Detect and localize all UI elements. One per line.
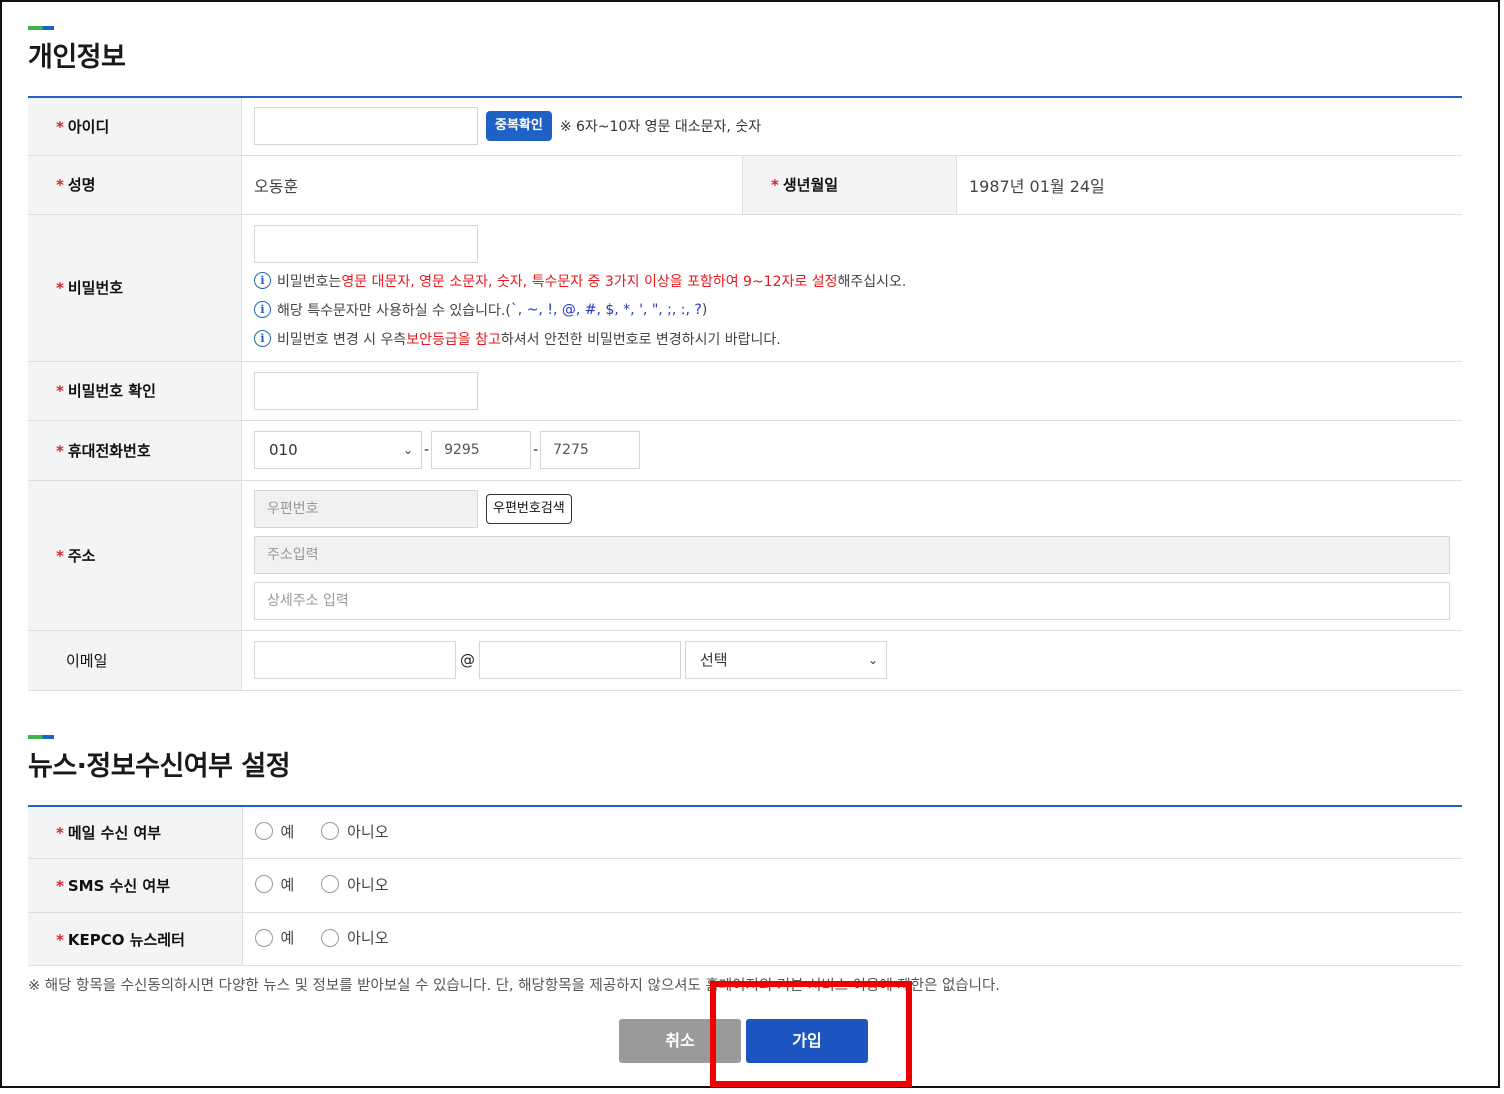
postcode-input[interactable]: 우편번호 <box>254 490 478 528</box>
row-email: 이메일 @ 선택 ⌄ <box>28 630 1462 691</box>
password-confirm-input[interactable] <box>254 371 478 410</box>
sms-consent-label: * SMS 수신 여부 <box>28 858 243 913</box>
row-password-confirm: * 비밀번호 확인 <box>28 361 1462 421</box>
id-rule-note: ※ 6자~10자 영문 대소문자, 숫자 <box>559 119 762 136</box>
password-confirm-label: * 비밀번호 확인 <box>28 361 242 421</box>
row-id: * 아이디 중복확인 ※ 6자~10자 영문 대소문자, 숫자 <box>28 97 1462 156</box>
password-security-note: i 비밀번호 변경 시 우측 보안등급을 참고 하셔서 안전한 비밀번호로 변경하… <box>254 327 1450 350</box>
chevron-down-icon: ⌄ <box>867 653 878 667</box>
phone-prefix-select[interactable]: 010 ⌄ <box>254 431 422 469</box>
birth-value: 1987년 01월 24일 <box>956 155 1462 215</box>
email-domain-input[interactable] <box>479 641 681 679</box>
sms-consent-no[interactable]: 아니오 <box>321 874 389 895</box>
newsletter-consent-yes[interactable]: 예 <box>254 927 294 948</box>
info-icon: i <box>254 272 271 289</box>
info-icon: i <box>254 330 271 347</box>
password-input[interactable] <box>254 225 478 263</box>
news-consent-table: * 메일 수신 여부 예 아니오 * SMS 수신 여부 예 아니오 * KEPCO … <box>28 804 1462 966</box>
password-symbol-note: i 해당 특수문자만 사용하실 수 있습니다.( `, ~, !, @, #, … <box>254 298 1450 321</box>
row-mail-consent: * 메일 수신 여부 예 아니오 <box>28 805 1462 859</box>
personal-info-table: * 아이디 중복확인 ※ 6자~10자 영문 대소문자, 숫자 * 성명 오동훈 * 생… <box>28 96 1462 691</box>
address-input[interactable]: 주소입력 <box>254 536 1450 574</box>
phone-label: * 휴대전화번호 <box>28 420 242 481</box>
row-sms-consent: * SMS 수신 여부 예 아니오 <box>28 858 1462 913</box>
birth-label: * 생년월일 <box>742 155 957 215</box>
email-domain-select[interactable]: 선택 ⌄ <box>685 641 887 679</box>
row-password: * 비밀번호 i 비밀번호는 영문 대문자, 영문 소문자, 숫자, 특수문자 중… <box>28 214 1462 362</box>
row-newsletter-consent: * KEPCO 뉴스레터 예 아니오 <box>28 912 1462 966</box>
id-duplicate-check-button[interactable]: 중복확인 <box>486 111 552 142</box>
newsletter-consent-no[interactable]: 아니오 <box>321 927 389 948</box>
name-value: 오동훈 <box>241 155 743 215</box>
newsletter-consent-label: * KEPCO 뉴스레터 <box>28 912 243 966</box>
phone-middle-input[interactable]: 9295 <box>431 431 532 469</box>
email-local-input[interactable] <box>254 641 456 679</box>
chevron-down-icon: ⌄ <box>402 443 413 457</box>
mail-consent-yes[interactable]: 예 <box>254 821 294 842</box>
email-label: 이메일 <box>28 630 242 691</box>
row-phone: * 휴대전화번호 010 ⌄ -9295-7275 <box>28 420 1462 481</box>
radio-button[interactable] <box>254 822 273 840</box>
name-label: * 성명 <box>28 155 242 215</box>
radio-button[interactable] <box>321 822 340 840</box>
highlight-box <box>710 981 912 1087</box>
radio-button[interactable] <box>254 928 273 947</box>
section-title-news: 뉴스·정보수신여부 설정 <box>28 750 291 782</box>
postcode-search-button[interactable]: 우편번호검색 <box>486 494 572 524</box>
mail-consent-label: * 메일 수신 여부 <box>28 805 243 859</box>
section-accent-bar <box>28 734 54 739</box>
radio-button[interactable] <box>321 928 340 947</box>
id-input[interactable] <box>254 107 478 146</box>
password-rule-note: i 비밀번호는 영문 대문자, 영문 소문자, 숫자, 특수문자 중 3가지 이… <box>254 269 1450 292</box>
signup-form: 개인정보 * 아이디 중복확인 ※ 6자~10자 영문 대소문자, 숫자 * 성명 오… <box>28 26 1462 995</box>
info-icon: i <box>254 301 271 318</box>
id-label: * 아이디 <box>28 97 242 156</box>
section-accent-bar <box>28 26 54 30</box>
password-label: * 비밀번호 <box>28 214 242 362</box>
row-name-birth: * 성명 오동훈 * 생년월일 1987년 01월 24일 <box>28 155 1462 215</box>
address-label: * 주소 <box>28 480 242 631</box>
phone-last-input[interactable]: 7275 <box>540 431 641 469</box>
mail-consent-no[interactable]: 아니오 <box>321 821 389 842</box>
radio-button[interactable] <box>254 875 273 894</box>
address-detail-input[interactable]: 상세주소 입력 <box>254 582 1450 620</box>
sms-consent-yes[interactable]: 예 <box>254 874 294 895</box>
section-title-personal: 개인정보 <box>28 42 126 73</box>
radio-button[interactable] <box>321 875 340 894</box>
row-address: * 주소 우편번호 우편번호검색 주소입력 상세주소 입력 <box>28 480 1462 631</box>
